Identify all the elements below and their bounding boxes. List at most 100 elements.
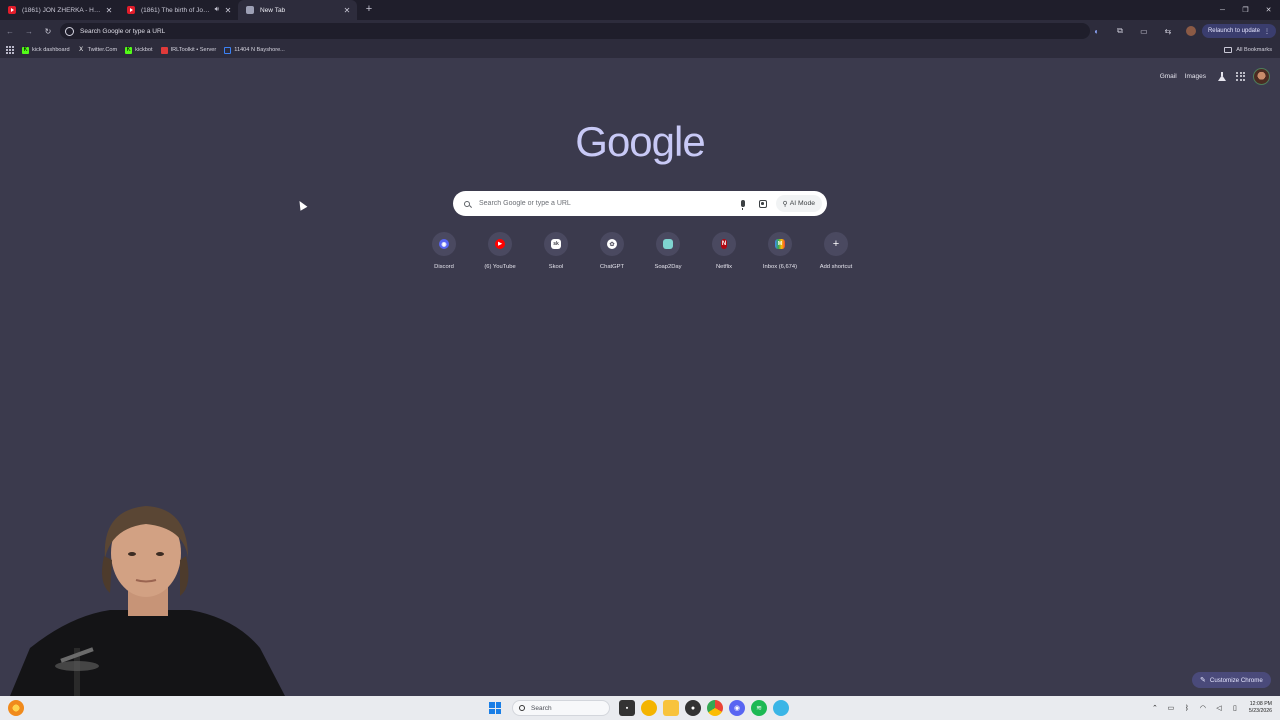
discord-icon: ◉ [439, 239, 449, 249]
shortcut-label: Add shortcut [819, 264, 853, 270]
bookmark-irltoolkit[interactable]: IRLToolkit • Server [160, 46, 217, 54]
ntp-header-links: Gmail Images [1160, 66, 1270, 86]
apps-grid-icon[interactable] [6, 46, 14, 54]
search-box[interactable]: ⚲ AI Mode [453, 191, 827, 216]
microphone-icon [740, 200, 745, 210]
bookmark-kick-dashboard[interactable]: K kick dashboard [22, 46, 70, 54]
volume-icon[interactable]: ◁ [1213, 702, 1225, 714]
shortcut-youtube[interactable]: ▶ (6) YouTube [472, 232, 528, 280]
bookmark-label: kickbot [135, 47, 153, 53]
close-icon[interactable]: ✕ [223, 6, 233, 15]
tab-birth-of-jon[interactable]: (1861) The birth of Jon Zh 🔊︎ ✕ [119, 0, 238, 20]
shortcut-tile [656, 232, 680, 256]
relaunch-label: Relaunch to update [1207, 28, 1260, 34]
customize-chrome-button[interactable]: ✎ Customize Chrome [1192, 672, 1271, 688]
shortcut-inbox[interactable]: M Inbox (6,674) [752, 232, 808, 280]
forward-button[interactable]: → [20, 22, 38, 40]
task-view-icon[interactable]: ▪ [619, 700, 635, 716]
chevron-up-icon[interactable]: ⌃ [1149, 702, 1161, 714]
bookmark-twitter[interactable]: X Twitter.Com [78, 46, 118, 54]
mouse-cursor [296, 199, 308, 211]
shortcut-skool[interactable]: sk Skool [528, 232, 584, 280]
weather-icon[interactable] [8, 700, 24, 716]
youtube-icon [8, 6, 16, 14]
app-red-icon[interactable]: ● [685, 700, 701, 716]
audio-wave-icon[interactable]: ◖ [1084, 20, 1108, 42]
add-shortcut-button[interactable]: + Add shortcut [808, 232, 864, 280]
shortcut-label: Discord [434, 264, 454, 270]
netflix-icon: N [721, 239, 727, 249]
images-link[interactable]: Images [1185, 73, 1206, 80]
speaker-icon[interactable]: 🔊︎ [215, 6, 219, 14]
new-tab-button[interactable]: + [362, 3, 376, 17]
all-bookmarks-button[interactable]: All Bookmarks [1224, 42, 1272, 58]
toolbar-actions: ◖ ⧉ ▭ ⇆ Relaunch to update ⋮ [1084, 20, 1280, 42]
chrome-icon[interactable] [707, 700, 723, 716]
profile-avatar[interactable] [1185, 26, 1196, 36]
taskbar: Search ▪ ● ◉ ≋ ⌃ ▭ ᛒ ◠ ◁ ▯ 12:08 PM 5/23… [0, 696, 1280, 720]
address-bar-text: Search Google or type a URL [80, 27, 166, 35]
gmail-link[interactable]: Gmail [1160, 73, 1177, 80]
bookmark-bayshore[interactable]: 11404 N Bayshore... [224, 46, 285, 54]
voice-search-button[interactable] [733, 194, 753, 214]
lens-search-button[interactable] [753, 194, 773, 214]
relaunch-button[interactable]: Relaunch to update ⋮ [1201, 24, 1276, 38]
google-apps-icon[interactable] [1236, 71, 1245, 81]
soap2day-icon [663, 239, 673, 249]
skool-icon: sk [551, 239, 561, 249]
youtube-icon: ▶ [495, 239, 505, 249]
folder-icon [1224, 47, 1233, 53]
file-explorer-icon[interactable] [663, 700, 679, 716]
wifi-icon[interactable]: ◠ [1197, 702, 1209, 714]
minimize-button[interactable]: ─ [1211, 0, 1234, 20]
shortcut-tile: ◉ [432, 232, 456, 256]
bookmark-label: Twitter.Com [87, 47, 118, 53]
shortcut-soap2day[interactable]: Soap2Day [640, 232, 696, 280]
labs-flask-icon[interactable] [1218, 71, 1226, 81]
bluetooth-icon[interactable]: ᛒ [1181, 702, 1193, 714]
taskbar-search[interactable]: Search [512, 700, 610, 716]
tab-jon-zherka-how-to[interactable]: (1861) JON ZHERKA - HOW TO ✕ [0, 0, 119, 20]
window-controls: ─ ❐ ✕ [1211, 0, 1280, 20]
shortcut-netflix[interactable]: N Netflix [696, 232, 752, 280]
cast-icon[interactable]: ⇆ [1156, 20, 1180, 42]
tab-new-tab[interactable]: New Tab ✕ [238, 0, 357, 20]
search-input[interactable] [479, 200, 733, 207]
webcam-overlay [0, 498, 290, 696]
reload-button[interactable]: ↻ [39, 22, 57, 40]
address-bar[interactable]: Search Google or type a URL [60, 23, 1090, 39]
app-cyan-icon[interactable] [773, 700, 789, 716]
close-window-button[interactable]: ✕ [1257, 0, 1280, 20]
youtube-icon [127, 6, 135, 14]
discord-icon[interactable]: ◉ [729, 700, 745, 716]
shortcut-tile: ✿ [600, 232, 624, 256]
tab-title: New Tab [260, 6, 286, 14]
bookmark-label: 11404 N Bayshore... [234, 47, 285, 53]
side-panel-icon[interactable]: ▭ [1132, 20, 1156, 42]
close-icon[interactable]: ✕ [104, 6, 114, 15]
windows-start-icon[interactable] [489, 702, 501, 714]
tray-app-icon[interactable]: ▭ [1165, 702, 1177, 714]
back-button[interactable]: ← [1, 22, 19, 40]
x-icon: X [79, 46, 84, 53]
tab-title: (1861) JON ZHERKA - HOW TO [22, 6, 104, 14]
shortcut-chatgpt[interactable]: ✿ ChatGPT [584, 232, 640, 280]
close-icon[interactable]: ✕ [342, 6, 352, 15]
shortcut-label: Soap2Day [654, 264, 682, 270]
battery-icon[interactable]: ▯ [1229, 702, 1241, 714]
shortcut-discord[interactable]: ◉ Discord [416, 232, 472, 280]
shortcut-tile: M [768, 232, 792, 256]
clock[interactable]: 12:08 PM 5/23/2026 [1249, 701, 1272, 715]
extensions-icon[interactable]: ⧉ [1108, 20, 1132, 42]
google-logo: Google [575, 118, 705, 165]
account-avatar[interactable] [1253, 67, 1270, 85]
chrome-icon [246, 6, 254, 14]
ai-mode-button[interactable]: ⚲ AI Mode [775, 195, 822, 212]
spotify-icon[interactable]: ≋ [751, 700, 767, 716]
bookmark-kickbot[interactable]: K kickbot [125, 46, 153, 54]
chrome-canary-icon[interactable] [641, 700, 657, 716]
search-icon [464, 200, 470, 207]
restore-button[interactable]: ❐ [1234, 0, 1257, 20]
bookmark-label: IRLToolkit • Server [170, 47, 217, 53]
bookmarks-bar: K kick dashboard X Twitter.Com K kickbot… [0, 42, 1280, 58]
